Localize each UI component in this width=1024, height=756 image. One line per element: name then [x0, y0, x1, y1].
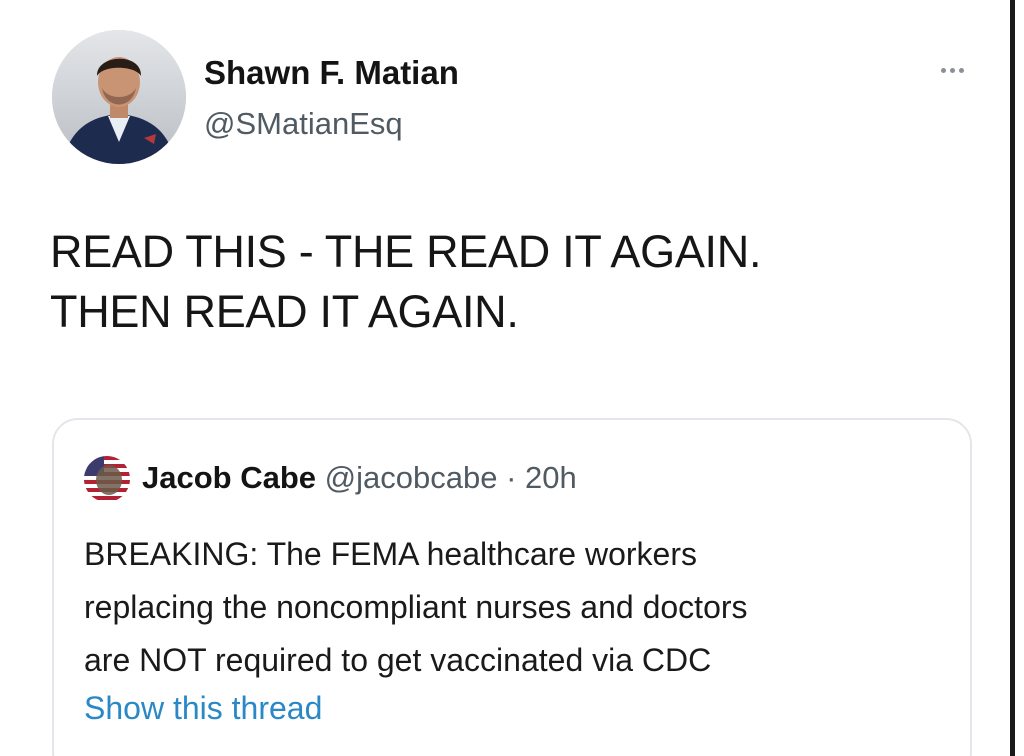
quoted-text-line: replacing the noncompliant nurses and do… [84, 589, 748, 625]
author-handle[interactable]: @SMatianEsq [204, 106, 403, 142]
quoted-tweet-text: BREAKING: The FEMA healthcare workers re… [84, 528, 964, 687]
quoted-header: Jacob Cabe @jacobcabe · 20h [142, 460, 577, 496]
quoted-text-line: are NOT required to get vaccinated via C… [84, 642, 712, 678]
quoted-author-avatar[interactable] [84, 456, 130, 502]
tweet: Shawn F. Matian @SMatianEsq READ THIS - … [0, 0, 1024, 756]
tweet-text-line: READ THIS - THE READ IT AGAIN. [50, 226, 762, 277]
quoted-text-line: BREAKING: The FEMA healthcare workers [84, 536, 697, 572]
author-avatar[interactable] [52, 30, 186, 164]
quoted-timestamp[interactable]: 20h [525, 460, 577, 495]
show-thread-link[interactable]: Show this thread [84, 690, 322, 727]
quoted-author-handle[interactable]: @jacobcabe [325, 460, 498, 495]
author-name[interactable]: Shawn F. Matian [204, 54, 459, 92]
tweet-text: READ THIS - THE READ IT AGAIN. THEN READ… [50, 222, 930, 342]
tweet-text-line: THEN READ IT AGAIN. [50, 286, 519, 337]
scrollbar[interactable] [1010, 0, 1015, 756]
quoted-separator: · [506, 460, 517, 495]
quoted-author-name[interactable]: Jacob Cabe [142, 460, 316, 495]
quoted-tweet-card[interactable]: Jacob Cabe @jacobcabe · 20h BREAKING: Th… [52, 418, 972, 756]
more-horizontal-icon[interactable] [930, 60, 974, 80]
